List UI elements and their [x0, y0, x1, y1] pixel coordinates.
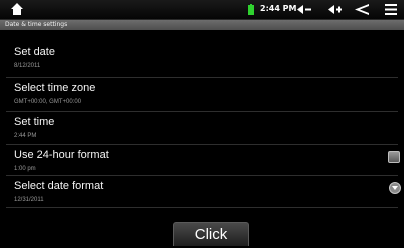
setting-set-time[interactable]: Set time 2:44 PM [0, 113, 404, 146]
setting-title: Select time zone [14, 82, 96, 94]
chevron-down-icon[interactable] [389, 182, 401, 194]
setting-summary: 2:44 PM [14, 133, 37, 139]
setting-title: Use 24-hour format [14, 149, 109, 161]
menu-icon[interactable] [383, 3, 399, 16]
setting-title: Set time [14, 116, 55, 128]
battery-icon [248, 4, 254, 15]
setting-title: Select date format [14, 180, 104, 192]
setting-summary: 8/12/2011 [14, 63, 41, 69]
divider [6, 207, 398, 208]
screen-title: Date & time settings [5, 21, 68, 28]
setting-set-date[interactable]: Set date 8/12/2011 [0, 43, 404, 76]
divider [6, 175, 398, 176]
setting-summary: 12/31/2011 [14, 197, 44, 203]
divider [6, 77, 398, 78]
setting-select-date-format[interactable]: Select date format 12/31/2011 [0, 177, 404, 210]
setting-summary: GMT+00:00, GMT+00:00 [14, 99, 82, 105]
back-icon[interactable] [354, 3, 370, 16]
home-icon[interactable] [10, 2, 24, 16]
setting-summary: 1:00 pm [14, 166, 36, 172]
status-bar: 2:44 PM [0, 0, 404, 20]
screen-title-bar: Date & time settings [0, 20, 404, 30]
24-hour-checkbox[interactable] [388, 151, 400, 163]
volume-down-icon[interactable] [296, 3, 312, 16]
setting-title: Set date [14, 46, 55, 58]
divider [6, 111, 398, 112]
divider [6, 144, 398, 145]
click-button[interactable]: Click [173, 222, 249, 246]
setting-select-time-zone[interactable]: Select time zone GMT+00:00, GMT+00:00 [0, 79, 404, 112]
status-time: 2:44 PM [260, 4, 297, 13]
volume-up-icon[interactable] [327, 3, 343, 16]
